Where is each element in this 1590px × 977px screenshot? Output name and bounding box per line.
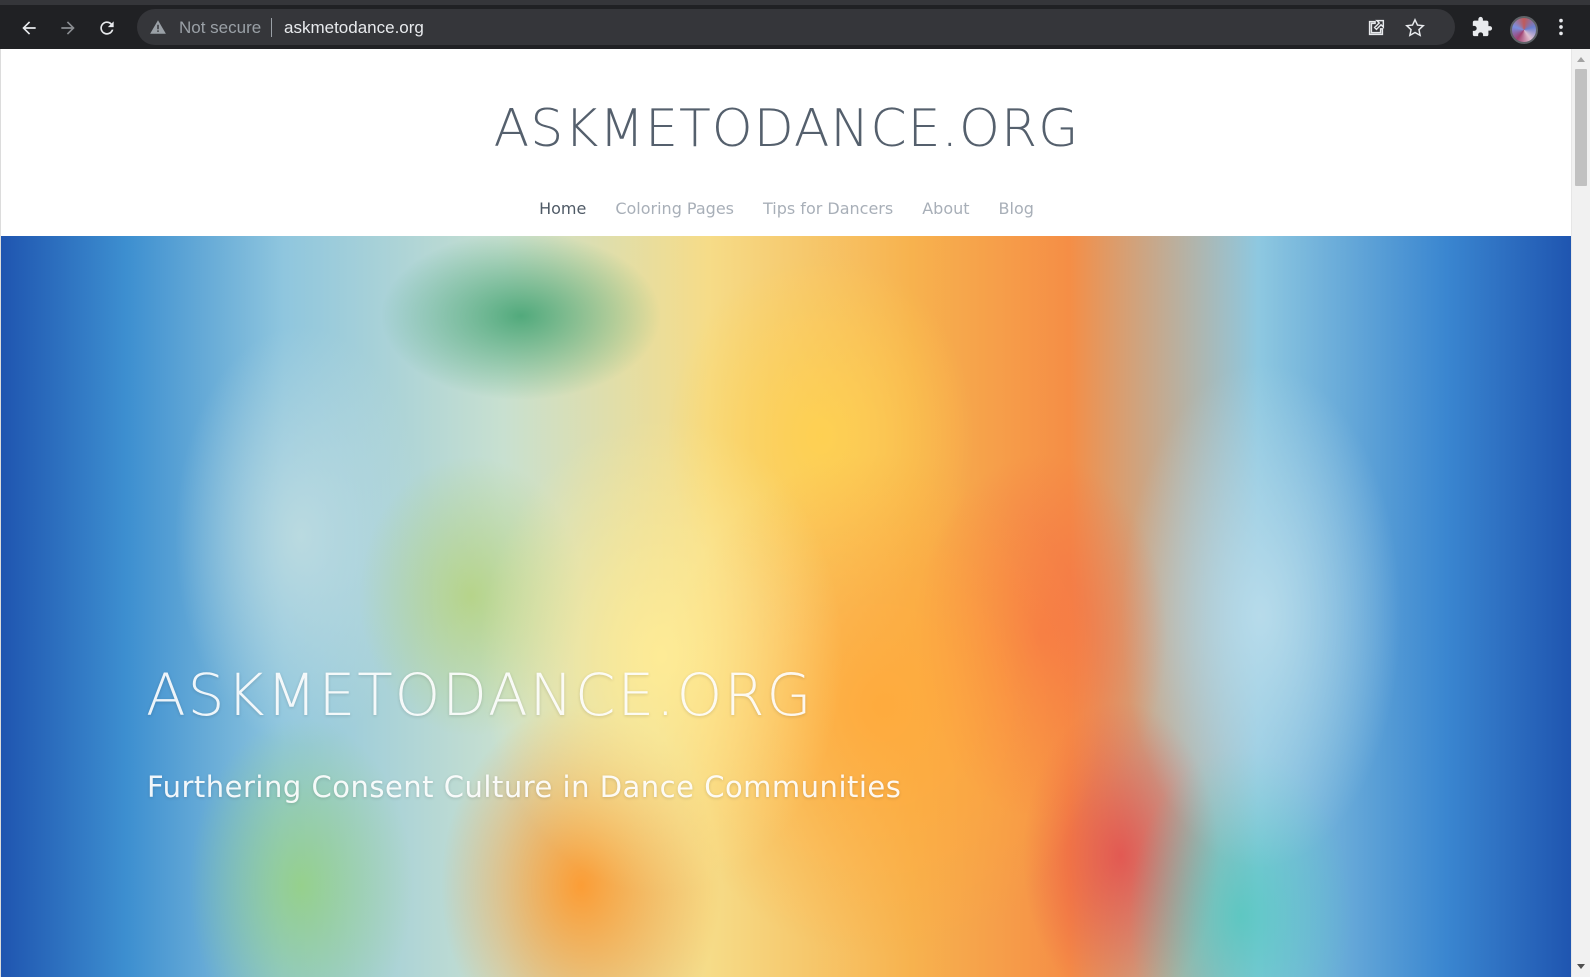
vertical-scrollbar[interactable] xyxy=(1571,49,1590,977)
hero-subtitle: Furthering Consent Culture in Dance Comm… xyxy=(147,770,902,804)
reload-icon xyxy=(100,21,114,35)
puzzle-extension-icon xyxy=(1472,16,1493,37)
warning-triangle-icon xyxy=(150,20,166,34)
nav-item-home[interactable]: Home xyxy=(539,199,586,218)
profile-avatar[interactable] xyxy=(1510,16,1538,44)
back-button[interactable] xyxy=(14,13,44,43)
hero-title: ASKMETODANCE.ORG xyxy=(146,661,814,729)
nav-item-about[interactable]: About xyxy=(922,199,969,218)
address-bar[interactable]: Not secure askmetodance.org xyxy=(137,9,1455,45)
forward-button[interactable] xyxy=(53,13,83,43)
url-text[interactable]: askmetodance.org xyxy=(284,18,424,38)
back-arrow-icon xyxy=(22,21,36,35)
forward-arrow-icon xyxy=(61,21,75,35)
separator xyxy=(271,18,272,37)
nav-item-tips-for-dancers[interactable]: Tips for Dancers xyxy=(763,199,893,218)
scroll-up-arrow-icon[interactable] xyxy=(1577,57,1585,62)
reload-button[interactable] xyxy=(92,13,122,43)
star-icon xyxy=(1405,18,1425,37)
hero-banner: ASKMETODANCE.ORG Furthering Consent Cult… xyxy=(1,236,1571,977)
nav-item-blog[interactable]: Blog xyxy=(999,199,1034,218)
main-nav: Home Coloring Pages Tips for Dancers Abo… xyxy=(1,199,1571,218)
share-button[interactable] xyxy=(1365,17,1387,39)
extensions-button[interactable] xyxy=(1468,13,1496,41)
bookmark-button[interactable] xyxy=(1404,17,1426,39)
scroll-thumb[interactable] xyxy=(1575,69,1587,186)
kebab-menu-icon xyxy=(1559,18,1563,36)
scroll-down-arrow-icon[interactable] xyxy=(1577,964,1585,969)
web-page: ASKMETODANCE.ORG Home Coloring Pages Tip… xyxy=(0,49,1571,977)
browser-menu-button[interactable] xyxy=(1547,13,1575,41)
browser-toolbar: Not secure askmetodance.org xyxy=(0,0,1590,49)
nav-item-coloring-pages[interactable]: Coloring Pages xyxy=(615,199,734,218)
security-status[interactable]: Not secure xyxy=(179,18,261,38)
share-icon xyxy=(1368,19,1385,36)
site-title[interactable]: ASKMETODANCE.ORG xyxy=(1,99,1571,159)
